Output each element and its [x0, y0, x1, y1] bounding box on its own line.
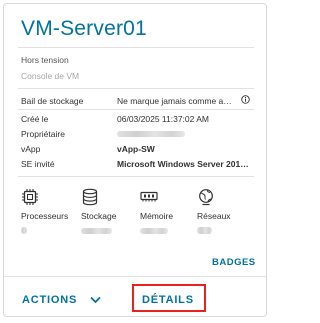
vm-console-link[interactable]: Console de VM	[21, 71, 79, 81]
guest-os-value: Microsoft Windows Server 201…	[117, 159, 249, 169]
cpu-value-redacted	[21, 227, 27, 234]
storage-icon	[82, 188, 98, 206]
cpu-icon	[22, 189, 38, 205]
info-icon[interactable]	[241, 95, 250, 104]
chevron-down-icon[interactable]	[90, 296, 101, 304]
network-label: Réseaux	[197, 211, 231, 221]
owner-label: Propriétaire	[21, 129, 65, 139]
actions-button[interactable]: ACTIONS	[22, 294, 77, 306]
storage-lease-label: Bail de stockage	[21, 96, 84, 106]
details-button[interactable]: DÉTAILS	[142, 294, 194, 306]
divider	[18, 47, 254, 48]
memory-label: Mémoire	[140, 211, 174, 221]
memory-value-redacted	[140, 228, 168, 234]
divider	[18, 88, 254, 89]
vm-name[interactable]: VM-Server01	[21, 17, 147, 41]
created-value: 06/03/2025 11:37:02 AM	[117, 114, 210, 124]
storage-value-redacted	[81, 228, 112, 234]
network-value-redacted	[197, 227, 212, 234]
storage-label: Stockage	[81, 211, 117, 221]
created-label: Créé le	[21, 114, 49, 124]
power-status: Hors tension	[21, 55, 69, 65]
vm-card: VM-Server01 Hors tension Console de VM B…	[3, 3, 267, 317]
badges-link[interactable]: BADGES	[212, 257, 256, 268]
vapp-label: vApp	[21, 144, 41, 154]
divider	[18, 176, 254, 177]
guest-os-label: SE invité	[21, 159, 55, 169]
divider	[18, 109, 254, 110]
owner-value-redacted	[117, 131, 185, 137]
vapp-link[interactable]: vApp-SW	[117, 144, 155, 154]
network-icon	[199, 189, 213, 206]
divider	[4, 276, 266, 277]
memory-icon	[140, 191, 158, 202]
cpu-label: Processeurs	[21, 211, 69, 221]
storage-lease-value: Ne marque jamais comme a…	[117, 96, 232, 106]
